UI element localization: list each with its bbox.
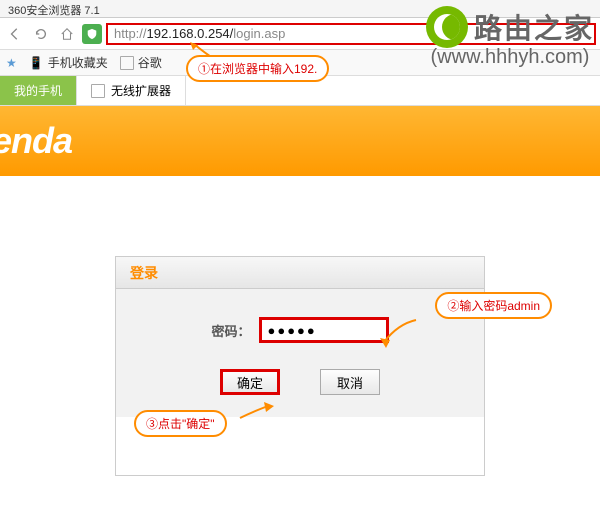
bookmark-item-1[interactable]: 📱手机收藏夹 (29, 54, 108, 71)
phone-icon: 📱 (29, 56, 44, 70)
page-icon (91, 84, 105, 98)
star-icon: ★ (6, 56, 17, 70)
watermark-logo-icon (426, 6, 468, 48)
ok-button[interactable]: 确定 (220, 369, 280, 395)
reload-button[interactable] (30, 23, 52, 45)
page-content: enda 登录 密码： 确定 取消 (0, 106, 600, 476)
button-row: 确定 取消 (136, 369, 464, 395)
url-ip: 192.168.0.254/ (147, 26, 234, 41)
home-icon (60, 27, 74, 41)
watermark: 路由之家 (www.hhhyh.com) (426, 6, 594, 69)
url-suffix: login.asp (233, 26, 285, 41)
back-button[interactable] (4, 23, 26, 45)
callout-arrow-3 (238, 402, 274, 422)
page-icon (120, 56, 134, 70)
login-panel: 登录 密码： 确定 取消 (115, 256, 485, 476)
login-header: 登录 (116, 257, 484, 289)
browser-title: 360安全浏览器 7.1 (8, 5, 100, 17)
watermark-title: 路由之家 (474, 7, 594, 47)
cancel-button[interactable]: 取消 (320, 369, 380, 395)
security-shield-icon[interactable] (82, 24, 102, 44)
url-prefix: http:// (114, 26, 147, 41)
callout-3: ③点击"确定" (134, 410, 227, 437)
back-icon (8, 27, 22, 41)
bookmarks-star[interactable]: ★ (6, 56, 17, 70)
password-label: 密码： (211, 321, 250, 340)
password-input[interactable] (259, 317, 389, 343)
callout-2: ②输入密码admin (435, 292, 552, 319)
bookmark-item-2[interactable]: 谷歌 (120, 54, 162, 71)
callout-1: ①在浏览器中输入192. (186, 55, 329, 82)
reload-icon (34, 27, 48, 41)
tenda-logo: enda (0, 120, 72, 162)
home-button[interactable] (56, 23, 78, 45)
callout-arrow-2 (378, 318, 418, 348)
tab-myphone[interactable]: 我的手机 (0, 76, 77, 105)
brand-banner: enda (0, 106, 600, 176)
login-body: 密码： 确定 取消 (116, 289, 484, 417)
watermark-url: (www.hhhyh.com) (431, 46, 590, 69)
content-area: 登录 密码： 确定 取消 (0, 176, 600, 476)
tab-extender[interactable]: 无线扩展器 (77, 76, 186, 105)
